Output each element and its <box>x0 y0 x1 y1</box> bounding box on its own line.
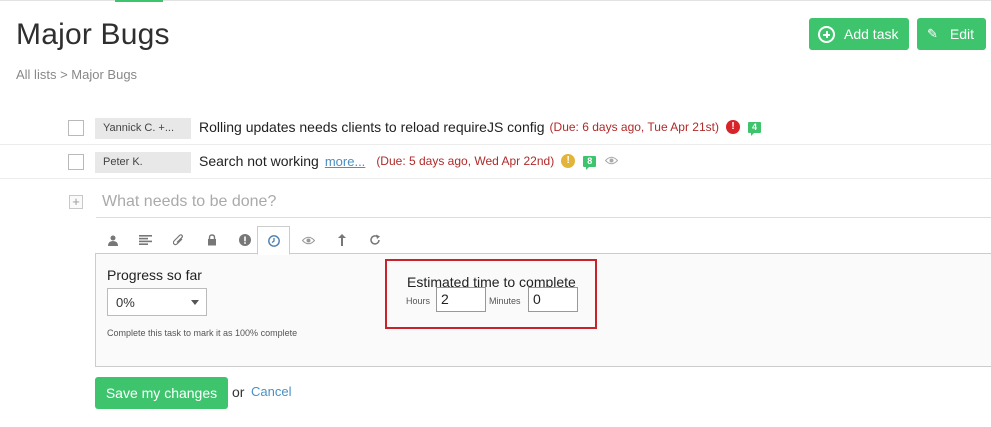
add-task-label: Add task <box>844 26 899 42</box>
task-row[interactable]: Peter K. Search not working more... (Due… <box>0 145 991 179</box>
chevron-down-icon <box>191 300 199 305</box>
more-link[interactable]: more... <box>325 154 365 169</box>
add-task-button[interactable]: Add task <box>809 18 909 50</box>
breadcrumb: All lists > Major Bugs <box>16 67 137 82</box>
task-checkbox[interactable] <box>68 154 84 170</box>
assignee-badge[interactable]: Peter K. <box>95 152 191 173</box>
hours-label: Hours <box>406 296 431 306</box>
tab-lock-icon[interactable] <box>195 226 228 254</box>
edit-button[interactable]: ✎ Edit <box>917 18 986 50</box>
progress-hint: Complete this task to mark it as 100% co… <box>107 328 298 338</box>
breadcrumb-current: Major Bugs <box>71 67 138 82</box>
editor-tabs <box>96 226 991 255</box>
eye-icon[interactable] <box>605 154 619 168</box>
tab-time-clock-icon[interactable] <box>257 226 290 255</box>
tab-repeat-icon[interactable] <box>358 226 391 254</box>
tab-eye-icon[interactable] <box>292 226 325 254</box>
task-line: Search not working more... (Due: 5 days … <box>199 153 619 170</box>
tab-move-up-icon[interactable] <box>325 226 358 254</box>
save-changes-button[interactable]: Save my changes <box>95 377 228 409</box>
task-title[interactable]: Rolling updates needs clients to reload … <box>199 119 545 135</box>
task-title[interactable]: Search not working <box>199 153 319 169</box>
due-date: (Due: 6 days ago, Tue Apr 21st) <box>549 120 719 134</box>
progress-value: 0% <box>116 295 135 310</box>
page-title: Major Bugs <box>16 18 170 51</box>
task-row[interactable]: Yannick C. +... Rolling updates needs cl… <box>0 111 991 145</box>
priority-medium-icon: ! <box>561 154 576 168</box>
progress-label: Progress so far <box>107 267 202 283</box>
comment-count-icon[interactable]: 4 <box>747 121 761 136</box>
minutes-label: Minutes <box>489 296 521 306</box>
breadcrumb-separator: > <box>60 67 68 82</box>
time-tracking-panel: Progress so far 0% Complete this task to… <box>95 253 991 367</box>
or-text: or <box>232 384 245 400</box>
tab-notes-icon[interactable] <box>129 226 162 254</box>
assignee-badge[interactable]: Yannick C. +... <box>95 118 191 139</box>
progress-select[interactable]: 0% <box>107 288 207 316</box>
priority-high-icon: ! <box>725 120 740 134</box>
breadcrumb-all-lists[interactable]: All lists <box>16 67 56 82</box>
minutes-input[interactable]: 0 <box>528 287 578 312</box>
task-line: Rolling updates needs clients to reload … <box>199 119 761 136</box>
edit-label: Edit <box>949 26 975 42</box>
tab-assignee-person-icon[interactable] <box>96 226 129 254</box>
active-nav-indicator <box>115 0 163 2</box>
cancel-link[interactable]: Cancel <box>251 384 291 399</box>
comment-count-icon[interactable]: 8 <box>583 155 597 170</box>
task-checkbox[interactable] <box>68 120 84 136</box>
due-date: (Due: 5 days ago, Wed Apr 22nd) <box>376 154 555 168</box>
hours-input[interactable]: 2 <box>436 287 486 312</box>
new-task-input[interactable] <box>96 186 991 218</box>
expand-plus-icon[interactable]: + <box>69 195 83 209</box>
tab-paperclip-icon[interactable] <box>162 226 195 254</box>
plus-circle-icon <box>818 25 835 43</box>
pencil-icon: ✎ <box>927 26 938 41</box>
